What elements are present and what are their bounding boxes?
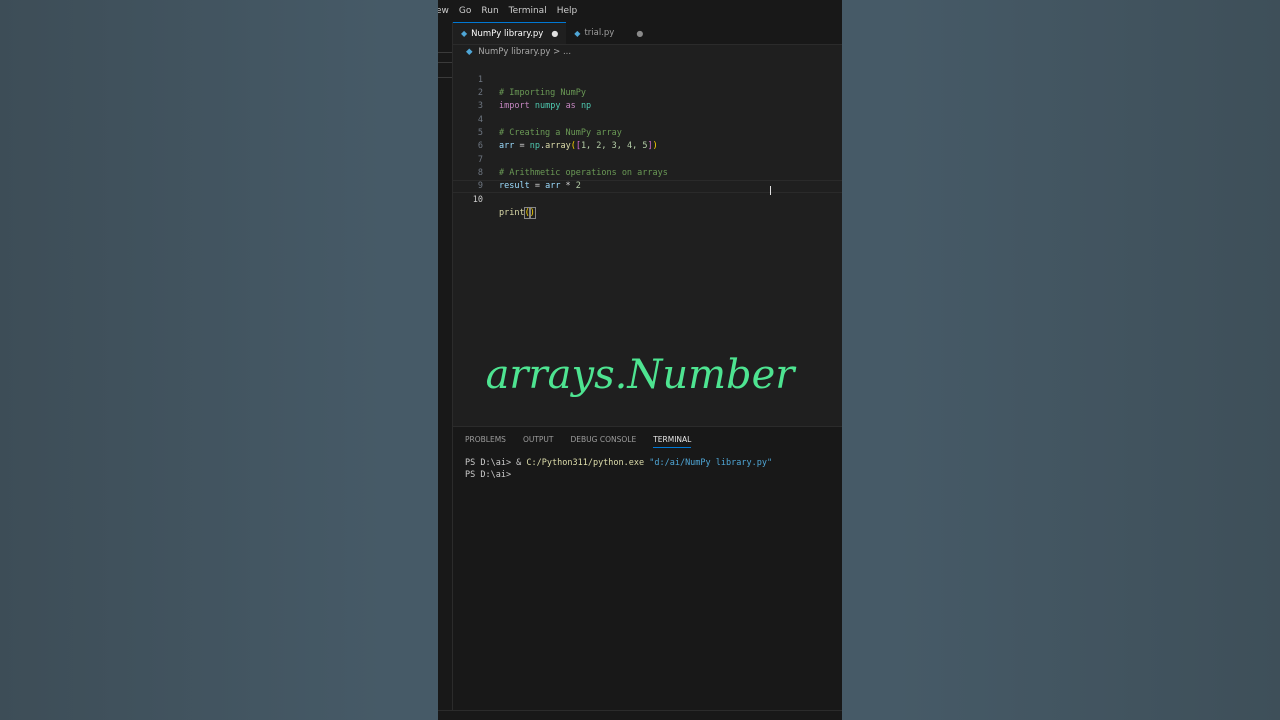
terminal-prompt: PS D:\ai> <box>465 470 517 480</box>
activity-divider <box>438 77 452 78</box>
unsaved-indicator-icon[interactable]: ● <box>551 29 558 38</box>
breadcrumb-file[interactable]: NumPy library.py <box>478 47 550 57</box>
python-file-icon: ◆ <box>461 29 468 38</box>
vscode-window: ew Go Run Terminal Help ◆ NumPy library.… <box>438 0 842 720</box>
mouse-ibeam-cursor-icon <box>770 186 771 195</box>
terminal-argument: "d:/ai/NumPy library.py" <box>644 458 773 468</box>
python-file-icon: ◆ <box>574 28 581 38</box>
code-line: 3 <box>453 87 842 111</box>
tab-label: NumPy library.py <box>471 28 544 39</box>
menu-go[interactable]: Go <box>459 6 471 16</box>
menu-bar: ew Go Run Terminal Help <box>438 0 842 22</box>
terminal-command: C:/Python311/python.exe <box>526 458 645 468</box>
editor-tab-bar: ◆ NumPy library.py ● ◆ trial.py ● <box>453 22 842 45</box>
tab-numpy-library[interactable]: ◆ NumPy library.py ● <box>453 22 567 44</box>
unsaved-indicator-icon[interactable]: ● <box>636 29 643 38</box>
code-line: 5 arr = np.array([1, 2, 3, 4, 5]) <box>453 114 842 151</box>
code-line: 2 import numpy as np <box>453 74 842 111</box>
panel-tab-bar: PROBLEMS OUTPUT DEBUG CONSOLE TERMINAL <box>465 435 708 448</box>
code-line: 6 <box>453 127 842 151</box>
activity-divider <box>438 62 452 63</box>
bracket: ) <box>528 207 536 219</box>
code-line: 9 <box>453 167 842 191</box>
bracket: ( <box>523 207 531 219</box>
python-file-icon: ◆ <box>466 47 473 57</box>
menu-view[interactable]: ew <box>438 6 449 16</box>
code-line: 1 # Importing NumPy <box>453 61 842 98</box>
tab-terminal[interactable]: TERMINAL <box>653 435 692 448</box>
terminal-prompt: PS D:\ai> & <box>465 458 527 468</box>
terminal-line[interactable]: PS D:\ai> <box>465 470 516 480</box>
tab-output[interactable]: OUTPUT <box>523 435 554 448</box>
code-line: 7 # Arithmetic operations on arrays <box>453 141 842 178</box>
tab-debug-console[interactable]: DEBUG CONSOLE <box>571 435 637 448</box>
menu-run[interactable]: Run <box>481 6 498 16</box>
status-bar <box>438 710 842 720</box>
breadcrumb-separator: > <box>553 47 561 57</box>
terminal-line: PS D:\ai> & C:/Python311/python.exe "d:/… <box>465 458 772 468</box>
code-line: 8 result = arr * 2 <box>453 154 842 191</box>
menu-help[interactable]: Help <box>557 6 578 16</box>
function-name: print <box>499 208 525 218</box>
overlay-caption: arrays.Number <box>485 352 795 398</box>
menu-terminal[interactable]: Terminal <box>509 6 547 16</box>
line-number: 10 <box>472 195 483 205</box>
breadcrumb: ◆ NumPy library.py > ... <box>466 47 571 57</box>
tab-problems[interactable]: PROBLEMS <box>465 435 506 448</box>
code-line: 4 # Creating a NumPy array <box>453 101 842 138</box>
code-text: print() <box>499 207 536 220</box>
code-line-current: 10 print() <box>453 180 842 219</box>
activity-divider <box>438 52 452 53</box>
breadcrumb-more[interactable]: ... <box>563 47 571 57</box>
tab-label: trial.py <box>584 28 615 38</box>
tab-trial[interactable]: ◆ trial.py ● <box>566 22 651 44</box>
bottom-panel: PROBLEMS OUTPUT DEBUG CONSOLE TERMINAL P… <box>453 426 842 711</box>
